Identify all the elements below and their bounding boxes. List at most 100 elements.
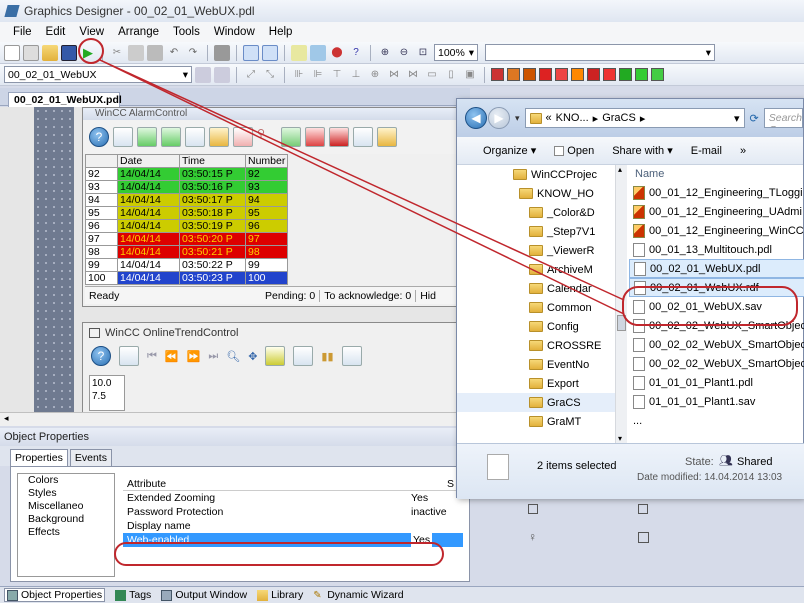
list-icon[interactable]	[185, 127, 205, 147]
menu-edit[interactable]: Edit	[39, 26, 73, 38]
path-overflow[interactable]: «	[546, 112, 552, 124]
zoom-in-icon[interactable]: ⊕	[377, 45, 393, 61]
cut-icon[interactable]: ✂	[109, 45, 125, 61]
nav-folder[interactable]: ArchiveM	[457, 260, 623, 279]
alarm-row[interactable]: 96 14/04/14 03:50:19 P 96	[85, 219, 289, 233]
attribute-value[interactable]: Yes	[411, 491, 428, 505]
document-tab[interactable]: 00_02_01_WebUX.pdl ×	[8, 92, 122, 118]
scroll-left-icon[interactable]: ◂	[4, 413, 9, 424]
color-swatch[interactable]	[603, 68, 616, 81]
file-item[interactable]: 00_02_02_WebUX_SmartObject	[629, 354, 804, 373]
zoom-icon[interactable]: 🔍︎	[226, 350, 240, 363]
align-icon[interactable]: ⤢	[243, 67, 259, 83]
open-button[interactable]: Open	[554, 145, 594, 157]
export-icon[interactable]	[377, 127, 397, 147]
color-swatch[interactable]	[523, 68, 536, 81]
nav-folder[interactable]: Config	[457, 317, 623, 336]
new-project-icon[interactable]	[23, 44, 39, 61]
copy-icon[interactable]	[128, 44, 144, 61]
print-icon[interactable]	[353, 127, 373, 147]
tree-item[interactable]: Miscellaneo	[18, 500, 114, 513]
attribute-value[interactable]: inactive	[411, 505, 447, 519]
phone-icon[interactable]	[329, 127, 349, 147]
filter-icon[interactable]	[281, 127, 301, 147]
layers-icon[interactable]	[291, 44, 307, 61]
layer-icon[interactable]	[195, 66, 211, 83]
alarm-row[interactable]: 95 14/04/14 03:50:18 P 95	[85, 206, 289, 220]
nav-folder[interactable]: Export	[457, 374, 623, 393]
help-icon[interactable]: ?	[91, 346, 111, 366]
alarm-row[interactable]: 99 14/04/14 03:50:22 P 99	[85, 258, 289, 272]
grid-icon[interactable]	[243, 44, 259, 61]
tree-item[interactable]: Effects	[18, 526, 114, 539]
nav-folder[interactable]: EventNo	[457, 355, 623, 374]
breadcrumb-segment[interactable]: GraCS	[602, 112, 636, 124]
tab-library[interactable]: Library	[257, 589, 303, 601]
first-icon[interactable]: ⏮	[147, 350, 157, 363]
same-size-icon[interactable]: ▭	[424, 67, 440, 83]
tab-events[interactable]: Events	[69, 449, 112, 466]
column-header[interactable]	[85, 154, 118, 168]
refresh-icon[interactable]: ⟳	[750, 112, 759, 125]
chart-icon[interactable]	[233, 127, 253, 147]
color-swatch[interactable]	[571, 68, 584, 81]
tag-icon[interactable]: ⬤	[329, 45, 345, 61]
path-input[interactable]: « KNO... ▸ GraCS ▸ ▾	[524, 108, 745, 128]
zoom-area-icon[interactable]: ⊡	[415, 45, 431, 61]
nav-folder[interactable]: _ViewerR	[457, 241, 623, 260]
ruler-icon[interactable]	[265, 346, 286, 366]
last-icon[interactable]: ⏭	[208, 350, 218, 363]
zoom-out-icon[interactable]: ⊖	[396, 45, 412, 61]
same-size-icon[interactable]: ▣	[462, 67, 478, 83]
sort-icon[interactable]	[305, 127, 325, 147]
align-left-icon[interactable]: ⊪	[291, 67, 307, 83]
ack-icon[interactable]	[137, 127, 157, 147]
color-swatch[interactable]	[539, 68, 552, 81]
same-size-icon[interactable]: ▯	[443, 67, 459, 83]
forward-icon[interactable]: ▶	[488, 107, 510, 129]
breadcrumb-segment[interactable]: KNO...	[556, 112, 589, 124]
file-item[interactable]: 00_01_12_Engineering_WinCC	[629, 221, 804, 240]
nav-folder[interactable]: Calendar	[457, 279, 623, 298]
nav-folder[interactable]: KNOW_HO	[457, 184, 623, 203]
nav-folder[interactable]: _Color&D	[457, 203, 623, 222]
align-bottom-icon[interactable]: ⊥	[348, 67, 364, 83]
alarm-row[interactable]: 94 14/04/14 03:50:17 P 94	[85, 193, 289, 207]
column-header-time[interactable]: Time	[179, 154, 246, 168]
save-icon[interactable]	[61, 44, 77, 61]
color-swatch[interactable]	[507, 68, 520, 81]
alarm-row[interactable]: 93 14/04/14 03:50:16 P 93	[85, 180, 289, 194]
tree-item[interactable]: Styles	[18, 487, 114, 500]
property-tree[interactable]: Colors Styles Miscellaneo Background Eff…	[17, 473, 115, 577]
scroll-down-icon[interactable]: ▾	[618, 434, 622, 443]
back-icon[interactable]: ◀	[465, 107, 487, 129]
horizontal-scrollbar[interactable]: ◂	[0, 412, 470, 426]
file-item[interactable]: 00_01_12_Engineering_UAdmi	[629, 202, 804, 221]
chevron-down-icon[interactable]: ▾	[734, 112, 744, 125]
font-select[interactable]: ▾	[485, 44, 715, 61]
search-input[interactable]: Search G	[763, 108, 803, 128]
attribute-row[interactable]: Extended Zooming Yes	[123, 491, 463, 505]
file-item[interactable]: 01_01_01_Plant1.pdl	[629, 373, 804, 392]
archive-icon[interactable]	[209, 127, 229, 147]
alarm-row[interactable]: 98 14/04/14 03:50:21 P 98	[85, 245, 289, 259]
lock-icon[interactable]: ⚲	[257, 127, 277, 147]
distribute-icon[interactable]: ⋈	[386, 67, 402, 83]
redo-icon[interactable]: ↷	[185, 45, 201, 61]
color-swatch[interactable]	[635, 68, 648, 81]
column-header-number[interactable]: Number	[244, 154, 289, 168]
next-icon[interactable]: ⏩	[187, 350, 201, 363]
tree-item[interactable]: Colors	[18, 474, 114, 487]
prev-icon[interactable]: ⏪	[165, 350, 179, 363]
print-icon[interactable]	[214, 44, 230, 61]
attribute-row[interactable]: Display name	[123, 519, 463, 533]
tab-properties[interactable]: Properties	[10, 449, 68, 466]
menu-tools[interactable]: Tools	[166, 26, 207, 38]
scroll-up-icon[interactable]: ▴	[618, 165, 622, 174]
layer-icon[interactable]	[214, 66, 230, 83]
menu-view[interactable]: View	[72, 26, 111, 38]
view-icon[interactable]	[113, 127, 133, 147]
open-folder-icon[interactable]	[42, 44, 58, 61]
alarm-row[interactable]: 100 14/04/14 03:50:23 P 100	[85, 271, 289, 285]
menu-arrange[interactable]: Arrange	[111, 26, 166, 38]
